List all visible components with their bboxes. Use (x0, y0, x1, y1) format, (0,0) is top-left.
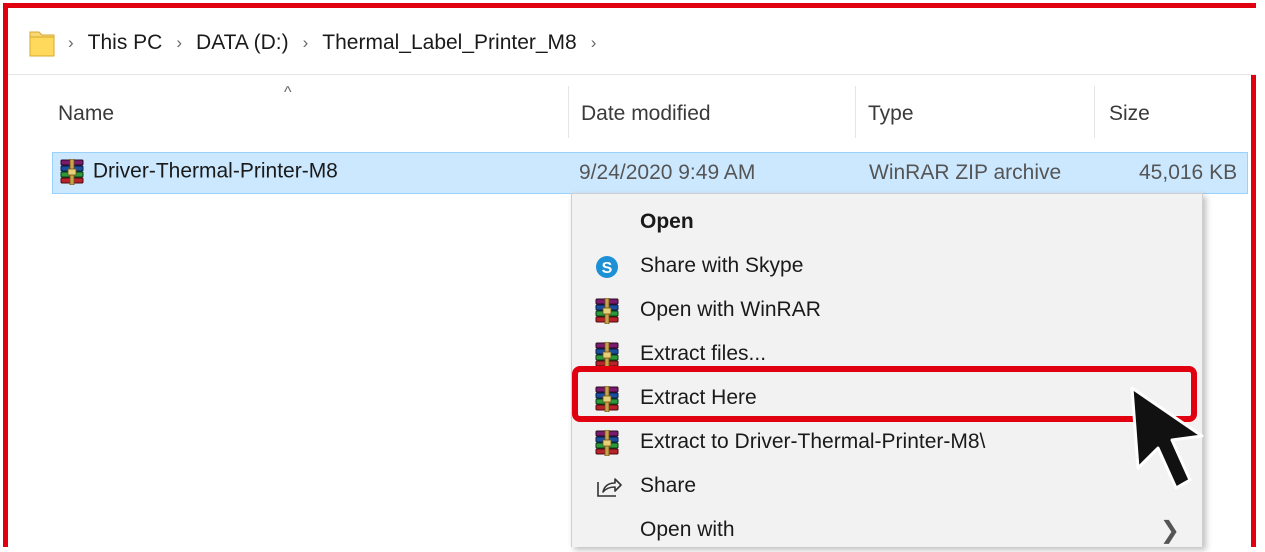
menu-item-open-with[interactable]: Open with ❯ (572, 508, 1202, 552)
file-row-selected[interactable]: Driver-Thermal-Printer-M8 9/24/2020 9:49… (52, 152, 1248, 194)
breadcrumb-separator[interactable]: › (303, 33, 309, 53)
breadcrumb-separator[interactable]: › (591, 33, 597, 53)
menu-item-label: Share with Skype (640, 254, 804, 277)
winrar-archive-icon (59, 159, 87, 185)
column-name-label: Name (58, 102, 115, 125)
menu-item-extract-to-folder[interactable]: Extract to Driver-Thermal-Printer-M8\ (572, 420, 1202, 464)
breadcrumb-current-folder[interactable]: Thermal_Label_Printer_M8 (322, 31, 576, 55)
menu-item-share-with-skype[interactable]: S Share with Skype (572, 244, 1202, 288)
sort-ascending-icon: ^ (284, 84, 292, 101)
column-size-label: Size (1109, 102, 1150, 125)
breadcrumb-data-drive[interactable]: DATA (D:) (196, 31, 289, 55)
folder-icon (29, 31, 55, 57)
breadcrumb-separator[interactable]: › (176, 33, 182, 53)
column-date-label: Date modified (581, 102, 711, 125)
menu-item-open-with-winrar[interactable]: Open with WinRAR (572, 288, 1202, 332)
menu-item-label: Extract files... (640, 342, 767, 365)
file-size: 45,016 KB (1139, 161, 1238, 184)
winrar-icon (594, 298, 622, 324)
file-name: Driver-Thermal-Printer-M8 (92, 159, 338, 183)
skype-icon: S (596, 256, 618, 278)
share-icon (597, 478, 622, 497)
mouse-cursor-icon (1130, 386, 1204, 490)
chevron-right-icon: ❯ (1159, 517, 1180, 544)
menu-item-label: Extract to Driver-Thermal-Printer-M8\ (640, 430, 986, 453)
column-header-size[interactable]: Size (1095, 74, 1256, 152)
breadcrumb-this-pc[interactable]: This PC (88, 31, 163, 55)
menu-item-label: Open with (640, 518, 735, 541)
column-header-date[interactable]: Date modified (569, 74, 855, 152)
column-header-name[interactable]: ^ Name (8, 74, 568, 152)
menu-item-label: Open with WinRAR (640, 298, 821, 321)
winrar-icon (594, 342, 622, 368)
file-date: 9/24/2020 9:49 AM (579, 161, 756, 184)
breadcrumb-separator[interactable]: › (68, 33, 74, 53)
column-header-type[interactable]: Type (856, 74, 1094, 152)
menu-item-label: Share (640, 474, 697, 497)
annotation-highlight-box (572, 366, 1197, 422)
winrar-icon (594, 430, 622, 456)
breadcrumb: › This PC › DATA (D:) › Thermal_Label_Pr… (68, 31, 610, 55)
file-name-cell: Driver-Thermal-Printer-M8 (59, 159, 338, 185)
menu-item-open[interactable]: Open (572, 200, 1202, 244)
file-type: WinRAR ZIP archive (869, 161, 1062, 184)
menu-item-label: Open (640, 210, 694, 233)
address-bar[interactable]: › This PC › DATA (D:) › Thermal_Label_Pr… (8, 8, 1256, 75)
column-header-row: ^ Name Date modified Type Size (8, 74, 1256, 152)
menu-item-share[interactable]: Share (572, 464, 1202, 508)
svg-text:S: S (602, 260, 613, 277)
column-type-label: Type (868, 102, 914, 125)
